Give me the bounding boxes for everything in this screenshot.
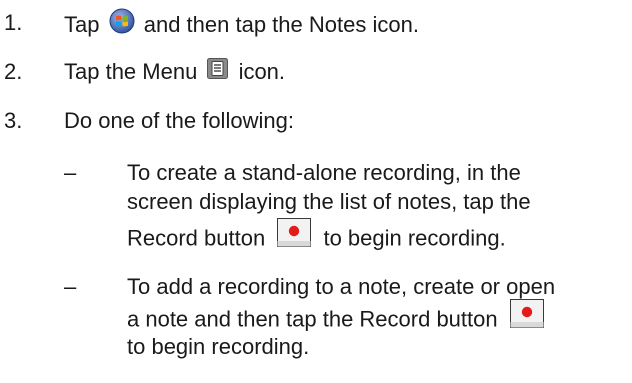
bullet-dash: – bbox=[64, 274, 77, 299]
bullet-line: to begin recording. bbox=[127, 334, 310, 359]
windows-start-icon bbox=[106, 8, 138, 42]
step-text: Tap and then tap the Notes icon. bbox=[64, 8, 419, 42]
bullet-line: To add a recording to a note, create or … bbox=[127, 274, 556, 299]
step-number: 1. bbox=[4, 10, 23, 35]
bullet-dash: – bbox=[64, 160, 77, 185]
menu-icon bbox=[203, 57, 232, 87]
step-text: Do one of the following: bbox=[64, 108, 294, 133]
step-number: 3. bbox=[4, 108, 23, 133]
step-text: Tap the Menu icon. bbox=[64, 57, 285, 87]
record-button-icon bbox=[504, 299, 550, 338]
bullet-line: To create a stand-alone recording, in th… bbox=[127, 160, 521, 185]
bullet-line: Record button to begin recording. bbox=[127, 218, 506, 257]
bullet-line: a note and then tap the Record button bbox=[127, 299, 550, 338]
step-number: 2. bbox=[4, 59, 23, 84]
record-button-icon bbox=[271, 218, 317, 257]
bullet-line: screen displaying the list of notes, tap… bbox=[127, 189, 531, 214]
